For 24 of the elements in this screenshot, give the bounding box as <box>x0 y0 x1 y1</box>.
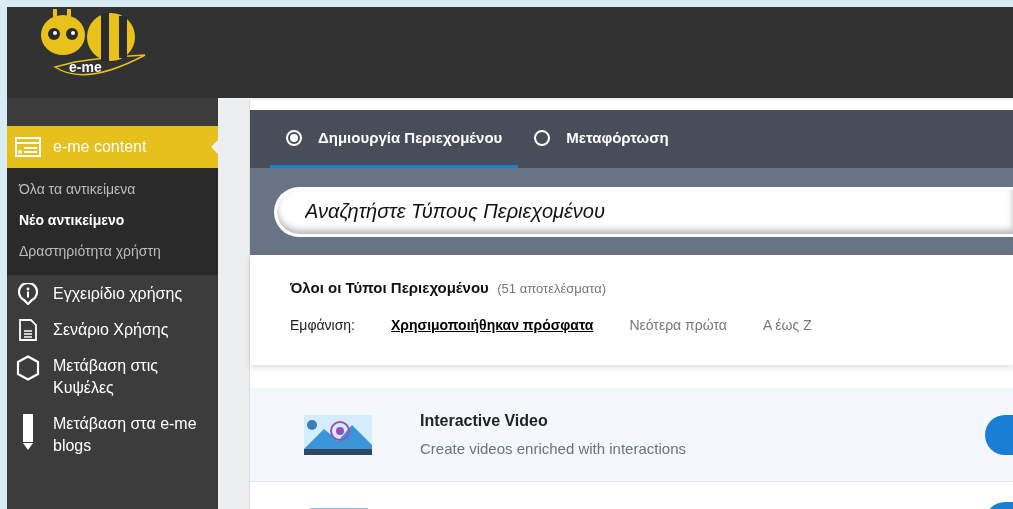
pencil-icon <box>22 413 34 451</box>
hexagon-icon <box>16 355 40 381</box>
content-type-row[interactable]: Interactive Video Create videos enriched with interactions <box>250 388 1013 482</box>
content-list-icon <box>15 137 41 157</box>
sidebar-item[interactable]: Μετάβαση στα e-me blogs <box>7 405 218 463</box>
sort-option[interactable]: Α έως Ζ <box>762 317 812 333</box>
tab[interactable]: Μεταφόρτωση <box>518 110 685 168</box>
sort-label: Εμφάνιση: <box>290 317 355 333</box>
content-type-title: Interactive Video <box>420 412 549 430</box>
sidebar-subitem[interactable]: Όλα τα αντικείμενα <box>7 174 218 205</box>
content-type-description: Create videos enriched with interactions <box>420 440 686 457</box>
sort-option[interactable]: Νεότερα πρώτα <box>629 317 727 333</box>
sidebar-subitem[interactable]: Δραστηριότητα χρήστη <box>7 236 218 267</box>
results-count: (51 αποτελέσματα) <box>497 281 607 296</box>
sidebar-subitem[interactable]: Νέο αντικείμενο <box>7 205 218 236</box>
info-icon <box>18 283 38 305</box>
sidebar-item[interactable]: Μετάβαση στις Κυψέλες <box>7 347 218 405</box>
sidebar-item[interactable]: Σενάριο Χρήσης <box>7 311 218 347</box>
results-title: Όλοι οι Τύποι Περιεχομένου <box>290 279 489 296</box>
logo-text: e-me <box>69 59 102 75</box>
document-icon <box>19 319 37 341</box>
sidebar-item[interactable]: Εγχειρίδιο χρήσης <box>7 275 218 311</box>
video-thumbnail-icon <box>304 414 372 455</box>
sort-option[interactable]: Χρησιμοποιήθηκαν πρόσφατα <box>391 317 594 333</box>
